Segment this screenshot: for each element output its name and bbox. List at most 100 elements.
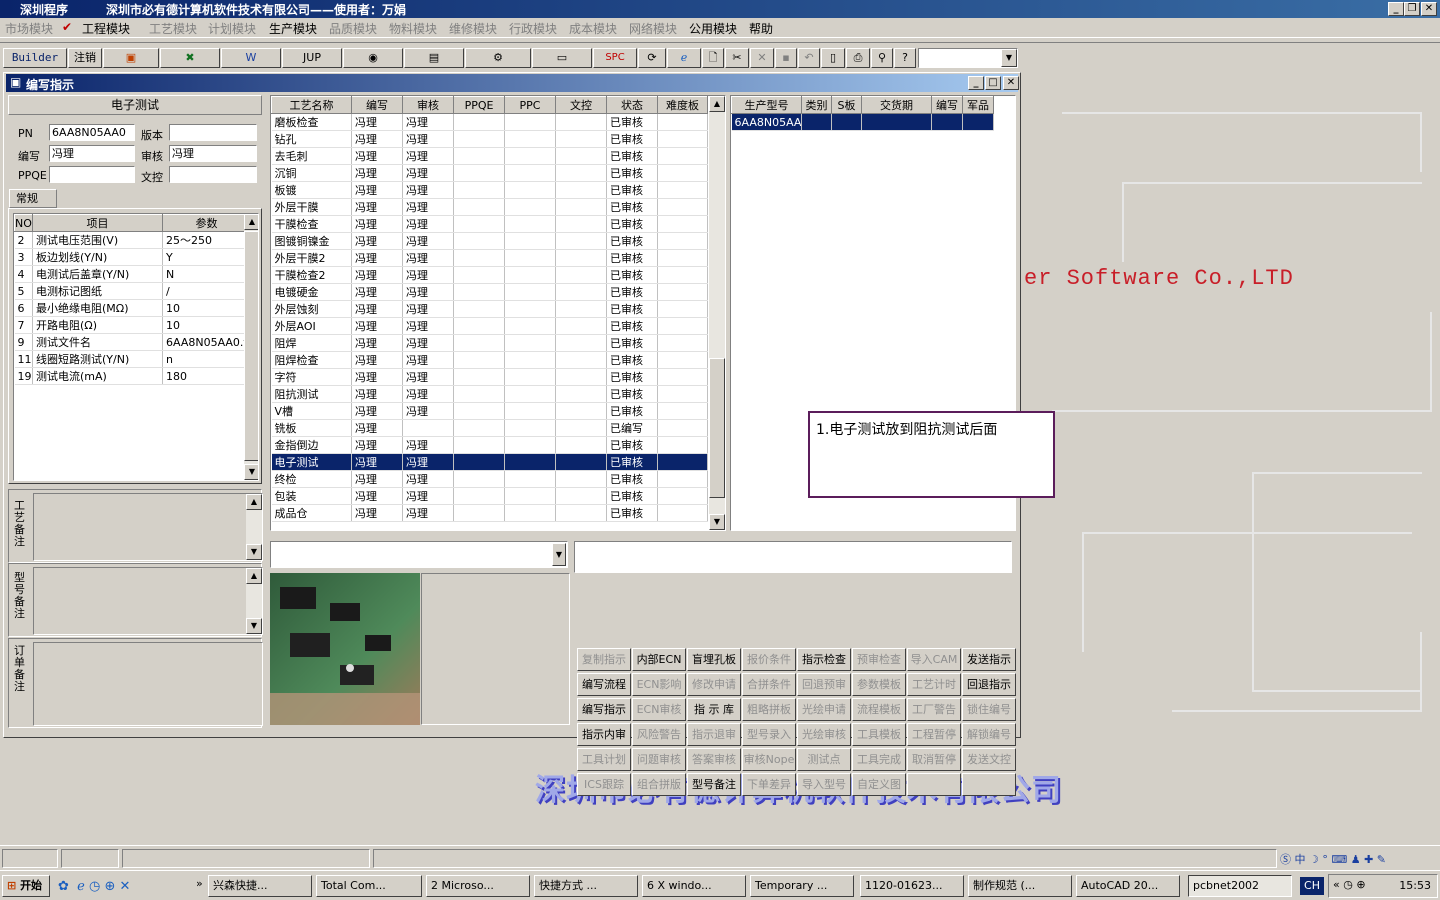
- process-cell[interactable]: 冯理: [351, 147, 403, 165]
- pn-field[interactable]: 6AA8N05AA0: [49, 124, 135, 141]
- param-row[interactable]: 11 线圈短路测试(Y/N) n: [14, 350, 251, 368]
- process-cell[interactable]: [453, 266, 505, 284]
- process-cell[interactable]: 冯理: [351, 351, 403, 369]
- process-cell[interactable]: [453, 181, 505, 199]
- process-cell[interactable]: 冯理: [402, 487, 454, 505]
- param-item[interactable]: 电测试后盖章(Y/N): [32, 265, 163, 283]
- action-button[interactable]: 编写指示: [577, 698, 631, 721]
- process-cell[interactable]: 冯理: [351, 300, 403, 318]
- process-cell[interactable]: 已审核: [606, 181, 658, 199]
- process-cell[interactable]: [657, 504, 708, 522]
- process-cell[interactable]: [453, 504, 505, 522]
- process-cell[interactable]: 已审核: [606, 164, 658, 182]
- process-cell[interactable]: [555, 198, 607, 216]
- param-scrollbar[interactable]: ▲ ▼: [244, 214, 258, 480]
- process-row[interactable]: 金指倒边 冯理 冯理 已审核: [271, 436, 708, 454]
- process-cell[interactable]: [555, 164, 607, 182]
- process-cell[interactable]: [555, 385, 607, 403]
- process-cell[interactable]: 冯理: [402, 368, 454, 386]
- process-cell[interactable]: 冯理: [351, 164, 403, 182]
- param-item[interactable]: 开路电阻(Ω): [32, 316, 163, 334]
- param-row[interactable]: 4 电测试后盖章(Y/N) N: [14, 265, 251, 283]
- process-cell[interactable]: 已编写: [606, 419, 658, 437]
- process-header[interactable]: PPC: [504, 96, 556, 114]
- process-cell[interactable]: 磨板检查: [271, 113, 352, 131]
- param-row[interactable]: 9测试文件名6AA8N05AA0.tgz: [14, 333, 251, 351]
- param-row[interactable]: 3 板边划线(Y/N) Y: [14, 248, 251, 266]
- process-cell[interactable]: [504, 249, 556, 267]
- process-cell[interactable]: 冯理: [351, 249, 403, 267]
- process-cell[interactable]: [555, 334, 607, 352]
- process-cell[interactable]: [504, 351, 556, 369]
- process-cell[interactable]: [657, 402, 708, 420]
- model-header[interactable]: 类别: [801, 96, 832, 114]
- process-cell[interactable]: 冯理: [351, 317, 403, 335]
- action-button[interactable]: [962, 773, 1016, 796]
- process-cell[interactable]: [657, 453, 708, 471]
- process-cell[interactable]: [657, 334, 708, 352]
- process-cell[interactable]: 干膜检查: [271, 215, 352, 233]
- action-button[interactable]: 锁住编号: [962, 698, 1016, 721]
- model-cell[interactable]: [801, 113, 832, 131]
- process-cell[interactable]: 已审核: [606, 351, 658, 369]
- process-cell[interactable]: 已审核: [606, 232, 658, 250]
- action-button[interactable]: 下单差异: [742, 773, 796, 796]
- delete-icon[interactable]: ✕: [750, 48, 774, 68]
- process-cell[interactable]: [504, 198, 556, 216]
- param-no[interactable]: 7: [14, 316, 33, 334]
- process-cell[interactable]: 电镀硬金: [271, 283, 352, 301]
- process-row[interactable]: 电镀硬金 冯理 冯理 已审核: [271, 283, 708, 301]
- model-header[interactable]: 编写: [931, 96, 963, 114]
- model-cell[interactable]: [962, 113, 994, 131]
- action-button[interactable]: 导入CAM: [907, 648, 961, 671]
- param-item[interactable]: 最小绝缘电阻(MΩ): [32, 299, 163, 317]
- process-cell[interactable]: 冯理: [402, 249, 454, 267]
- action-button[interactable]: 型号录入: [742, 723, 796, 746]
- process-cell[interactable]: 冯理: [351, 334, 403, 352]
- model-row[interactable]: 6AA8N05AA0: [731, 113, 994, 131]
- menu-quality[interactable]: 品质模块: [329, 20, 377, 37]
- process-header[interactable]: 文控: [555, 96, 607, 114]
- computer-icon[interactable]: ▭: [532, 48, 592, 68]
- process-row[interactable]: 沉铜 冯理 冯理 已审核: [271, 164, 708, 182]
- process-cell[interactable]: 已审核: [606, 470, 658, 488]
- process-cell[interactable]: 已审核: [606, 453, 658, 471]
- process-row[interactable]: 钻孔 冯理 冯理 已审核: [271, 130, 708, 148]
- process-cell[interactable]: [453, 249, 505, 267]
- menu-help[interactable]: 帮助: [749, 20, 773, 37]
- process-cell[interactable]: 已审核: [606, 266, 658, 284]
- process-cell[interactable]: 沉铜: [271, 164, 352, 182]
- process-cell[interactable]: [657, 487, 708, 505]
- process-cell[interactable]: 成品仓: [271, 504, 352, 522]
- process-row[interactable]: 阻焊 冯理 冯理 已审核: [271, 334, 708, 352]
- process-cell[interactable]: 冯理: [402, 504, 454, 522]
- process-combo[interactable]: ▼: [270, 541, 568, 568]
- process-cell[interactable]: [555, 436, 607, 454]
- action-button[interactable]: 工具模板: [852, 723, 906, 746]
- process-cell[interactable]: 冯理: [402, 130, 454, 148]
- process-scroll-up-icon[interactable]: ▲: [709, 96, 725, 112]
- process-cell[interactable]: 冯理: [351, 504, 403, 522]
- process-cell[interactable]: 已审核: [606, 368, 658, 386]
- process-row[interactable]: 外层干膜 冯理 冯理 已审核: [271, 198, 708, 216]
- process-cell[interactable]: 已审核: [606, 334, 658, 352]
- process-cell[interactable]: 冯理: [402, 470, 454, 488]
- process-row[interactable]: 包装 冯理 冯理 已审核: [271, 487, 708, 505]
- process-cell[interactable]: 冯理: [351, 487, 403, 505]
- action-button[interactable]: 问题审核: [632, 748, 686, 771]
- process-cell[interactable]: [453, 385, 505, 403]
- process-cell[interactable]: [657, 181, 708, 199]
- task-item-8[interactable]: AutoCAD 20...: [1076, 875, 1180, 897]
- process-cell[interactable]: [555, 130, 607, 148]
- tools-icon[interactable]: ⚙: [465, 48, 531, 68]
- process-cell[interactable]: [657, 283, 708, 301]
- process-cell[interactable]: V槽: [271, 402, 352, 420]
- action-button[interactable]: 回退指示: [962, 673, 1016, 696]
- process-cell[interactable]: [504, 147, 556, 165]
- action-button[interactable]: 工程暂停: [907, 723, 961, 746]
- process-cell[interactable]: 冯理: [402, 453, 454, 471]
- process-cell[interactable]: [555, 402, 607, 420]
- ime-bar[interactable]: Ⓢ 中 ☽ ° ⌨ ♟ ✚ ✎: [1280, 851, 1438, 867]
- process-cell[interactable]: 冯理: [402, 300, 454, 318]
- process-row[interactable]: 电子测试 冯理 冯理 已审核: [271, 453, 708, 471]
